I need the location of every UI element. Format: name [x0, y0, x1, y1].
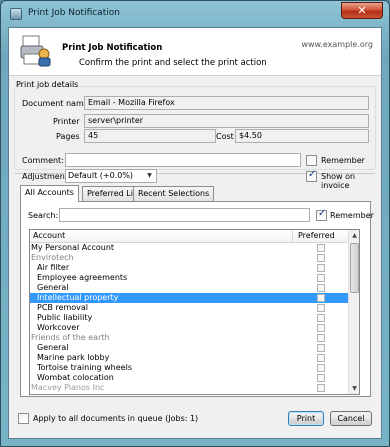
account-name: General — [37, 283, 69, 292]
preferred-checkbox[interactable] — [317, 244, 325, 252]
show-on-invoice-label: Show on invoice — [321, 172, 356, 190]
account-name: My Personal Account — [31, 243, 115, 252]
search-remember-label: Remember — [330, 211, 374, 220]
close-button[interactable]: ✕ — [341, 2, 383, 19]
accounts-scrollbar[interactable]: ▲ ▼ — [348, 230, 359, 394]
apply-all-checkbox[interactable] — [18, 413, 29, 424]
print-job-details-label: Print job details — [16, 80, 79, 89]
preferred-checkbox[interactable] — [317, 354, 325, 362]
list-item[interactable]: Intellectual property — [30, 293, 349, 303]
preferred-checkbox[interactable] — [317, 344, 325, 352]
account-name: Macvey Pianos Inc — [31, 383, 105, 392]
printer-icon — [20, 35, 51, 67]
comment-remember-label: Remember — [321, 156, 365, 165]
cost-field: $4.50 — [235, 129, 369, 143]
preferred-checkbox[interactable] — [317, 264, 325, 272]
print-job-window: Print Job Notification ✕ Print Job Notif… — [0, 0, 390, 447]
search-remember-checkbox[interactable] — [316, 208, 327, 221]
tab-recent-selections[interactable]: Recent Selections — [133, 186, 215, 201]
chevron-down-icon: ▼ — [147, 172, 152, 179]
col-account-header[interactable]: Account — [33, 231, 65, 240]
list-item[interactable]: Workcover — [30, 323, 349, 333]
all-accounts-panel: Search: Remember Account Preferred My Pe… — [20, 201, 374, 397]
account-name: Marine park lobby — [37, 353, 110, 362]
scroll-down-icon[interactable]: ▼ — [349, 383, 359, 394]
account-name: Envirotech — [31, 253, 74, 262]
list-item[interactable]: Marine park lobby — [30, 353, 349, 363]
window-title: Print Job Notification — [28, 8, 120, 18]
document-name-label: Document name — [22, 99, 89, 108]
accounts-list-header: Account Preferred — [30, 230, 349, 243]
account-name: Intellectual property — [37, 293, 119, 302]
adjustment-select[interactable]: Default (+0.0%) ▼ — [65, 169, 157, 183]
preferred-checkbox[interactable] — [317, 294, 325, 302]
scroll-up-icon[interactable]: ▲ — [349, 230, 359, 241]
header-title: Print Job Notification — [62, 43, 163, 53]
search-input[interactable] — [59, 208, 310, 222]
preferred-checkbox[interactable] — [317, 374, 325, 382]
printer-field: server\printer — [84, 114, 369, 128]
list-item[interactable]: Tortoise training wheels — [30, 363, 349, 373]
comment-input[interactable] — [65, 153, 301, 167]
account-name: PCB removal — [37, 303, 89, 312]
pages-field: 45 — [84, 129, 216, 143]
document-name-field: Email - Mozilla Firefox — [84, 96, 369, 110]
list-item[interactable]: Envirotech — [30, 253, 349, 263]
list-item[interactable]: My Personal Account — [30, 243, 349, 253]
preferred-checkbox[interactable] — [317, 304, 325, 312]
show-on-invoice-checkbox[interactable] — [306, 169, 317, 182]
col-preferred-header[interactable]: Preferred — [298, 231, 335, 240]
list-item[interactable]: Macvey Pianos Inc — [30, 383, 349, 393]
title-bar[interactable]: Print Job Notification ✕ — [1, 1, 389, 27]
print-button[interactable]: Print — [288, 411, 324, 426]
preferred-checkbox[interactable] — [317, 364, 325, 372]
account-name: Friends of the earth — [31, 333, 110, 342]
list-item[interactable]: PCB removal — [30, 303, 349, 313]
preferred-checkbox[interactable] — [317, 324, 325, 332]
dialog-body: Print Job Notification Confirm the print… — [8, 27, 382, 439]
pages-label: Pages — [56, 132, 80, 141]
account-name: Workcover — [37, 323, 80, 332]
preferred-checkbox[interactable] — [317, 334, 325, 342]
list-item[interactable]: Employee agreements — [30, 273, 349, 283]
comment-remember-checkbox[interactable] — [306, 155, 317, 166]
list-item[interactable]: General — [30, 343, 349, 353]
preferred-checkbox[interactable] — [317, 284, 325, 292]
search-label: Search: — [28, 211, 59, 220]
cost-label: Cost — [216, 132, 234, 141]
account-name: Employee agreements — [37, 273, 128, 282]
account-name: General — [37, 343, 69, 352]
account-name: Tortoise training wheels — [37, 363, 132, 372]
comment-label: Comment: — [22, 156, 64, 165]
scroll-thumb[interactable] — [350, 243, 359, 293]
list-item[interactable]: Public liability — [30, 313, 349, 323]
account-name: Wombat colocation — [37, 373, 114, 382]
header-url: www.example.org — [301, 40, 373, 49]
accounts-rows: My Personal Account Envirotech Air filter E… — [30, 243, 349, 393]
tab-all-accounts[interactable]: All Accounts — [20, 185, 79, 202]
accounts-list[interactable]: Account Preferred My Personal Account Env… — [29, 229, 360, 395]
apply-all-label: Apply to all documents in queue (Jobs: 1… — [33, 414, 199, 423]
header-subtitle: Confirm the print and select the print a… — [79, 58, 267, 68]
cancel-button[interactable]: Cancel — [330, 411, 372, 426]
list-item[interactable]: Friends of the earth — [30, 333, 349, 343]
preferred-checkbox[interactable] — [317, 314, 325, 322]
preferred-checkbox[interactable] — [317, 274, 325, 282]
window-printer-icon — [10, 8, 22, 20]
adjustment-label: Adjustment: — [22, 172, 71, 181]
column-divider — [292, 230, 293, 243]
account-name: Air filter — [37, 263, 70, 272]
adjustment-selected-value: Default (+0.0%) — [68, 171, 134, 180]
account-name: Public liability — [37, 313, 93, 322]
list-item[interactable]: General — [30, 283, 349, 293]
header-banner: Print Job Notification Confirm the print… — [9, 28, 381, 76]
printer-label: Printer — [53, 117, 80, 126]
list-item[interactable]: Air filter — [30, 263, 349, 273]
list-item[interactable]: Wombat colocation — [30, 373, 349, 383]
preferred-checkbox[interactable] — [317, 254, 325, 262]
preferred-checkbox[interactable] — [317, 384, 325, 392]
